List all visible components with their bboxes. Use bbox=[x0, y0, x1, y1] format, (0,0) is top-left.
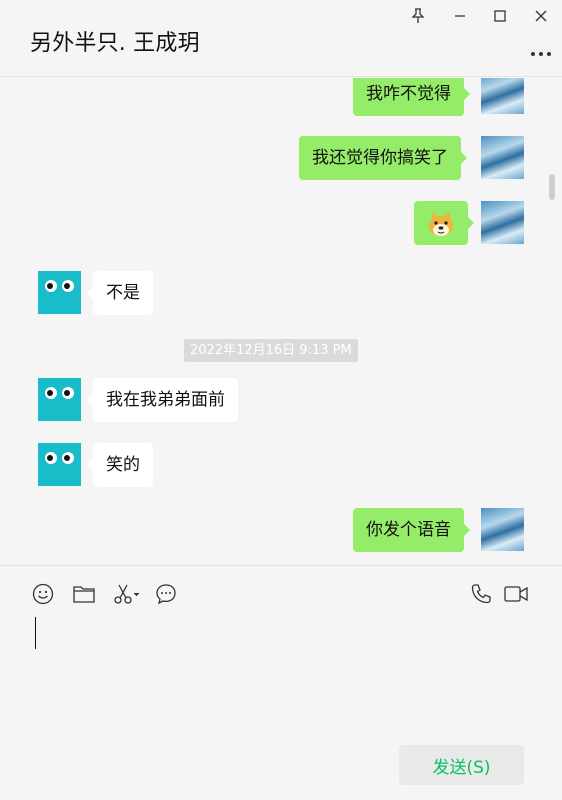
maximize-icon[interactable] bbox=[490, 6, 510, 26]
message-bubble-contact[interactable]: 不是 bbox=[87, 271, 153, 315]
contact-avatar[interactable] bbox=[38, 443, 81, 486]
my-avatar[interactable] bbox=[481, 201, 524, 244]
my-avatar[interactable] bbox=[481, 508, 524, 551]
folder-icon[interactable] bbox=[72, 582, 96, 606]
my-avatar[interactable] bbox=[481, 78, 524, 114]
close-icon[interactable] bbox=[531, 6, 551, 26]
message-list[interactable]: 我咋不觉得 我还觉得你搞笑了 不是 2022年12月16日 9:13 PM 我在… bbox=[0, 78, 562, 565]
emoji-icon[interactable] bbox=[31, 582, 55, 606]
chat-title: 另外半只. 王成玥 bbox=[30, 31, 200, 56]
send-button[interactable]: 发送(S) bbox=[399, 745, 524, 785]
scrollbar-thumb[interactable] bbox=[549, 174, 555, 200]
composer: 发送(S) bbox=[0, 565, 562, 800]
chat-header: 另外半只. 王成玥 bbox=[0, 0, 562, 77]
message-timestamp: 2022年12月16日 9:13 PM bbox=[184, 339, 358, 362]
message-input[interactable] bbox=[30, 614, 530, 734]
minimize-icon[interactable] bbox=[450, 6, 470, 26]
scissors-icon[interactable] bbox=[112, 582, 142, 606]
message-bubble-mine[interactable]: 我咋不觉得 bbox=[353, 78, 470, 116]
video-call-icon[interactable] bbox=[503, 582, 529, 606]
message-bubble-mine[interactable] bbox=[414, 201, 474, 245]
message-bubble-contact[interactable]: 我在我弟弟面前 bbox=[87, 378, 238, 422]
message-bubble-contact[interactable]: 笑的 bbox=[87, 443, 153, 487]
message-bubble-mine[interactable]: 我还觉得你搞笑了 bbox=[299, 136, 467, 180]
contact-avatar[interactable] bbox=[38, 378, 81, 421]
contact-avatar[interactable] bbox=[38, 271, 81, 314]
message-bubble-mine[interactable]: 你发个语音 bbox=[353, 508, 470, 552]
my-avatar[interactable] bbox=[481, 136, 524, 179]
more-options-icon[interactable] bbox=[530, 38, 552, 62]
phone-icon[interactable] bbox=[469, 582, 493, 606]
chat-history-icon[interactable] bbox=[154, 582, 178, 606]
pin-icon[interactable] bbox=[408, 6, 428, 26]
doge-emoji-icon bbox=[427, 210, 455, 236]
